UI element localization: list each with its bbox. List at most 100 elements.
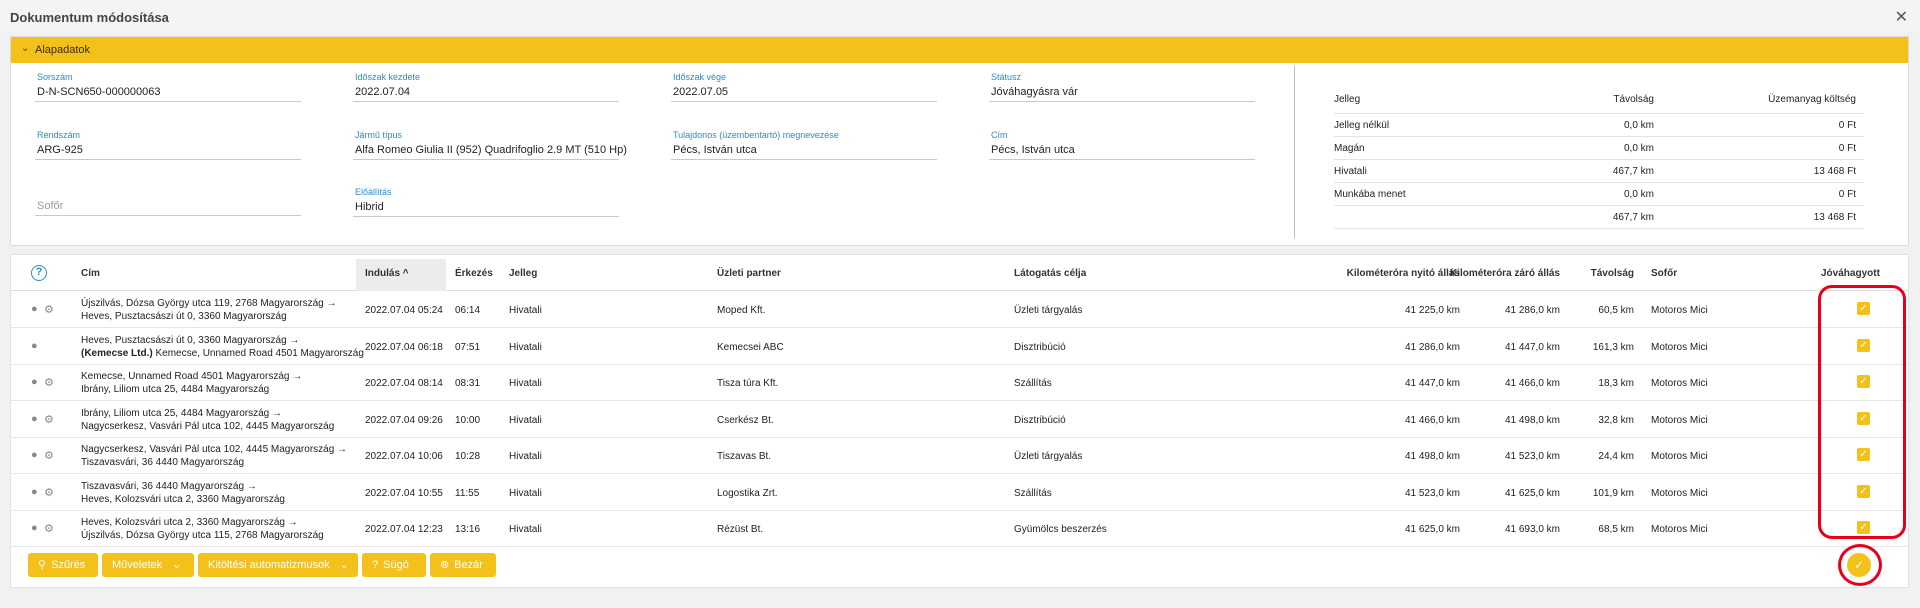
summary-type: Jelleg nélkül [1334, 120, 1390, 131]
driver-cell: Motoros Mici [1651, 487, 1708, 499]
odo-end-cell: 41 466,0 km [1504, 378, 1560, 389]
vehicle-type-field[interactable]: Jármű típus Alfa Romeo Giulia II (952) Q… [353, 130, 627, 160]
filter-button-label: Szűrés [51, 559, 86, 571]
address-field[interactable]: Cím Pécs, István utca [989, 130, 1255, 160]
summary-row: Magán 0,0 km 0 Ft [1334, 137, 1864, 160]
close-icon[interactable]: ✕ [1895, 7, 1908, 27]
route-from: Kemecse, Unnamed Road 4501 Magyarország … [81, 371, 303, 382]
map-pin-icon[interactable]: ● [31, 303, 38, 315]
table-row[interactable]: ● ⚙ Tiszavasvári, 36 4440 Magyarország → He… [11, 475, 1908, 511]
summary-table: Jelleg Távolság Üzemanyag költség Jelleg… [1334, 88, 1864, 229]
driver-field[interactable]: Sofőr [35, 186, 301, 216]
odo-end-cell: 41 447,0 km [1504, 341, 1560, 353]
owner-field[interactable]: Tulajdonos (üzembentartó) megnevezése Pé… [671, 130, 937, 160]
driver-placeholder: Sofőr [37, 200, 64, 212]
table-row[interactable]: ● ⚙ Nagycserkesz, Vasvári Pál utca 102, 44… [11, 438, 1908, 474]
departure-cell: 2022.07.04 06:18 [365, 341, 443, 353]
gear-icon[interactable]: ⚙ [44, 303, 54, 316]
status-field: Státusz Jóváhagyásra vár [989, 72, 1255, 102]
map-pin-icon[interactable]: ● [31, 522, 38, 534]
summary-type: Munkába menet [1334, 189, 1406, 200]
odo-start-cell: 41 625,0 km [1404, 524, 1460, 535]
col-address[interactable]: Cím [81, 268, 100, 279]
type-cell: Hivatali [509, 341, 542, 353]
arrival-cell: 11:55 [455, 487, 480, 499]
col-distance[interactable]: Távolság [1591, 268, 1634, 279]
route-from: Nagycserkesz, Vasvári Pál utca 102, 4445… [81, 444, 348, 455]
summary-cost: 0 Ft [1838, 120, 1856, 131]
search-icon: ⚲ [38, 559, 47, 571]
col-purpose[interactable]: Látogatás célja [1014, 268, 1086, 279]
map-pin-icon[interactable]: ● [31, 449, 38, 461]
col-arrival[interactable]: Érkezés [455, 268, 493, 279]
table-row[interactable]: ● ⚙ Újszilvás, Dózsa György utca 119, 2768… [11, 292, 1908, 328]
vertical-divider [1294, 66, 1295, 238]
route-cell: Tiszavasvári, 36 4440 Magyarország → Heve… [81, 480, 285, 506]
table-header: ? Cím Indulás ^ Érkezés Jelleg Üzleti pa… [11, 255, 1908, 291]
partner-cell: Kemecsei ABC [717, 341, 784, 353]
close-button-label: Bezár [454, 559, 483, 571]
summary-header: Jelleg Távolság Üzemanyag költség [1334, 88, 1864, 114]
route-to-line: Heves, Kolozsvári utca 2, 3360 Magyarors… [81, 493, 285, 506]
period-start-field[interactable]: Időszak kezdete 2022.07.04 [353, 72, 619, 102]
col-approved[interactable]: Jóváhagyott [1821, 268, 1880, 279]
period-start-label: Időszak kezdete [355, 72, 421, 82]
summary-cost: 0 Ft [1838, 143, 1856, 154]
map-pin-icon[interactable]: ● [31, 413, 38, 425]
distance-cell: 18,3 km [1598, 378, 1634, 389]
summary-distance: 0,0 km [1623, 120, 1654, 131]
autofill-button[interactable]: Kitöltési automatizmusok ⌄ [198, 553, 358, 577]
gear-icon[interactable]: ⚙ [44, 522, 54, 535]
route-to-line: (Kemecse Ltd.) Kemecse, Unnamed Road 450… [81, 347, 364, 360]
filter-button[interactable]: ⚲ Szűrés [28, 553, 98, 577]
route-to-line: Újszilvás, Dózsa György utca 115, 2768 M… [81, 529, 324, 542]
col-driver[interactable]: Sofőr [1651, 268, 1677, 279]
summary-row: Hivatali 467,7 km 13 468 Ft [1334, 160, 1864, 183]
col-odo-end[interactable]: Kilométeróra záró állás [1450, 268, 1560, 279]
col-type[interactable]: Jelleg [509, 268, 537, 279]
operations-button-label: Műveletek [112, 559, 163, 571]
distance-cell: 161,3 km [1592, 341, 1634, 353]
status-value: Jóváhagyásra vár [991, 86, 1078, 98]
map-pin-icon[interactable]: ● [31, 340, 38, 352]
gear-icon[interactable]: ⚙ [44, 486, 54, 499]
gear-icon[interactable]: ⚙ [44, 376, 54, 389]
close-button[interactable]: ⊗ Bezár [430, 553, 496, 577]
col-odo-start[interactable]: Kilométeróra nyitó állás [1347, 268, 1460, 279]
col-departure[interactable]: Indulás ^ [365, 268, 409, 279]
map-pin-icon[interactable]: ● [31, 486, 38, 498]
summary-row: Jelleg nélkül 0,0 km 0 Ft [1334, 114, 1864, 137]
route-to: Heves, Kolozsvári utca 2, 3360 Magyarors… [81, 493, 285, 505]
table-row[interactable]: ● ⚙ Kemecse, Unnamed Road 4501 Magyarorszá… [11, 365, 1908, 401]
table-row[interactable]: ● ⚙ Heves, Kolozsvári utca 2, 3360 Magyaro… [11, 511, 1908, 547]
route-to: Ibrány, Liliom utca 25, 4484 Magyarorszá… [81, 384, 270, 395]
route-cell: Heves, Kolozsvári utca 2, 3360 Magyarors… [81, 516, 324, 542]
map-pin-icon[interactable]: ● [31, 376, 38, 388]
plate-field[interactable]: Rendszám ARG-925 [35, 130, 301, 160]
help-circle-icon: ? [372, 559, 379, 571]
chevron-down-icon[interactable]: ⌄ [21, 43, 29, 54]
partner-cell: Moped Kft. [717, 305, 766, 316]
gear-icon[interactable]: ⚙ [44, 413, 54, 426]
help-button[interactable]: ? Súgó [362, 553, 426, 577]
period-end-field[interactable]: Időszak vége 2022.07.05 [671, 72, 937, 102]
departure-cell: 2022.07.04 08:14 [365, 378, 443, 389]
production-field[interactable]: Előállítás Hibrid [353, 187, 619, 217]
section-header[interactable]: ⌄ Alapadatok [11, 37, 1908, 63]
operations-button[interactable]: Műveletek ⌄ [102, 553, 194, 577]
distance-cell: 68,5 km [1598, 524, 1634, 535]
table-row[interactable]: ● ⚙ Ibrány, Liliom utca 25, 4484 Magyarors… [11, 402, 1908, 438]
type-cell: Hivatali [509, 305, 542, 316]
help-icon[interactable]: ? [31, 265, 47, 281]
table-row[interactable]: ● Heves, Pusztacsászi út 0, 3360 Magyaror… [11, 329, 1908, 365]
col-partner[interactable]: Üzleti partner [717, 268, 781, 279]
trips-table: ? Cím Indulás ^ Érkezés Jelleg Üzleti pa… [10, 254, 1909, 588]
gear-icon[interactable]: ⚙ [44, 449, 54, 462]
route-to: Heves, Pusztacsászi út 0, 3360 Magyarors… [81, 311, 287, 322]
window-title: Dokumentum módosítása [10, 10, 169, 25]
address-value: Pécs, István utca [991, 144, 1075, 156]
purpose-cell: Disztribúció [1014, 341, 1066, 353]
arrival-cell: 10:00 [455, 414, 481, 426]
odo-start-cell: 41 523,0 km [1404, 487, 1460, 499]
sorszam-field[interactable]: Sorszám D-N-SCN650-000000063 [35, 72, 301, 102]
